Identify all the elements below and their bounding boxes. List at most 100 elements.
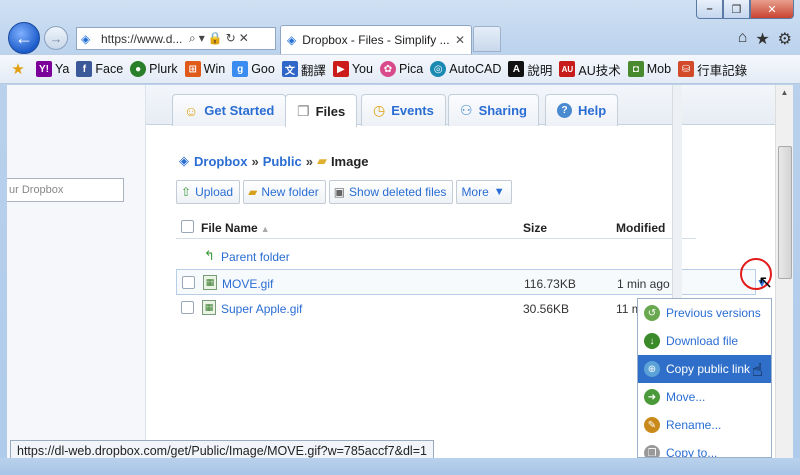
tab-label: Files (315, 103, 346, 119)
favorite-link[interactable]: ◎ AutoCAD (430, 61, 501, 77)
favorite-label: 行車記錄 (697, 63, 748, 78)
column-file-name[interactable]: File Name ▲ (201, 221, 270, 235)
close-tab-icon[interactable]: ✕ (455, 33, 465, 47)
people-icon: ⚇ (460, 102, 473, 118)
favorite-link[interactable]: ◘ Mob (627, 61, 672, 77)
file-size: 116.73KB (524, 277, 576, 291)
file-toolbar: ⇧ Upload ▰ New folder ▣ Show deleted files … (176, 180, 515, 204)
trash-icon: ▣ (333, 185, 346, 199)
back-arrow-icon: ← (15, 27, 33, 48)
upload-button[interactable]: ⇧ Upload (176, 180, 241, 204)
breadcrumb-separator: » (305, 153, 313, 169)
file-modified: 1 min ago (617, 277, 670, 291)
address-bar[interactable]: ◈ https://www.d... ⌕▾🔒↻✕ (76, 27, 276, 50)
menu-label: Previous versions (666, 306, 761, 320)
favorite-link[interactable]: ● Plurk (130, 61, 178, 77)
column-modified[interactable]: Modified (616, 221, 665, 235)
favorite-link[interactable]: Y! Ya (36, 61, 69, 77)
fav-icon-12: ⛁ (678, 61, 695, 77)
favorite-label: Goo (251, 62, 275, 76)
tab-files[interactable]: ❐ Files (285, 94, 358, 127)
favorite-link[interactable]: ⛁ 行車記錄 (678, 60, 747, 79)
tab-label: Help (578, 103, 607, 118)
sidebar: ur Dropbox (7, 85, 146, 458)
breadcrumb-public[interactable]: Public (263, 154, 302, 169)
file-checkbox[interactable] (181, 301, 194, 314)
maximize-button[interactable]: ❐ (723, 0, 750, 19)
breadcrumb-current: Image (330, 153, 369, 169)
more-button[interactable]: More ▼ (456, 180, 512, 204)
new-folder-button[interactable]: ▰ New folder (243, 180, 326, 204)
menu-item-download-file[interactable]: ↓ Download file (638, 327, 771, 355)
home-icon[interactable]: ⌂ (738, 29, 748, 49)
dropbox-favicon-icon: ◈ (81, 31, 91, 46)
sort-ascending-icon: ▲ (260, 224, 270, 234)
new-folder-label: New folder (261, 185, 319, 199)
favorite-link[interactable]: AU AU技术 (559, 60, 621, 79)
file-size: 30.56KB (523, 302, 570, 316)
scroll-up-arrow-icon[interactable]: ▲ (776, 85, 793, 101)
gif-file-icon: ▦ (202, 300, 216, 315)
tab-get-started[interactable]: ☺ Get Started (172, 94, 287, 126)
favorite-label: AutoCAD (449, 62, 502, 76)
arrow-cursor-icon: ↖ (758, 272, 774, 292)
favorite-label: Win (203, 62, 226, 76)
show-deleted-button[interactable]: ▣ Show deleted files (328, 180, 454, 204)
parent-folder-link[interactable]: Parent folder (221, 250, 290, 264)
public-link-icon: ⊕ (644, 361, 660, 377)
help-icon: ? (557, 103, 572, 118)
favorite-link[interactable]: ✿ Pica (379, 61, 423, 77)
gear-icon[interactable]: ⚙ (778, 29, 792, 49)
favorite-link[interactable]: ⊞ Win (184, 61, 226, 77)
forward-arrow-icon: → (49, 30, 63, 46)
favorites-star-add[interactable]: ★ (10, 61, 29, 78)
file-name-link[interactable]: MOVE.gif (222, 277, 273, 291)
tab-events[interactable]: ◷ Events (361, 94, 446, 126)
column-label: File Name (201, 221, 258, 235)
parent-folder-row[interactable]: ↰ Parent folder (176, 243, 756, 269)
scroll-thumb[interactable] (778, 146, 792, 279)
file-checkbox[interactable] (182, 276, 195, 289)
back-button[interactable]: ← (8, 22, 40, 54)
column-size[interactable]: Size (523, 221, 547, 235)
fav-icon-4: g (232, 61, 249, 77)
tab-sharing[interactable]: ⚇ Sharing (448, 94, 539, 126)
sidebar-search-input[interactable]: ur Dropbox (7, 178, 124, 202)
favorites-star-icon[interactable]: ★ (755, 29, 769, 49)
favorite-link[interactable]: ▶ You (332, 61, 373, 77)
menu-item-rename[interactable]: ✎ Rename... (638, 411, 771, 439)
file-row-move-gif[interactable]: ▦ MOVE.gif 116.73KB 1 min ago ▼ (176, 269, 768, 295)
gif-file-icon: ▦ (203, 275, 217, 290)
forward-button[interactable]: → (44, 26, 68, 50)
fav-icon-2: ● (130, 61, 147, 77)
browser-tab-dropbox[interactable]: ◈ Dropbox - Files - Simplify ... ✕ (280, 25, 472, 54)
menu-item-copy-to[interactable]: ❐ Copy to... (638, 439, 771, 457)
parent-folder-arrow-icon: ↰ (204, 248, 215, 263)
favorite-link[interactable]: f Face (76, 61, 123, 77)
address-tools-icons[interactable]: ⌕▾🔒↻✕ (189, 31, 252, 46)
tab-label: Get Started (204, 103, 275, 118)
favorite-link[interactable]: g Goo (232, 61, 275, 77)
breadcrumb-separator: » (251, 153, 259, 169)
close-window-button[interactable]: ✕ (750, 0, 794, 19)
new-tab-button[interactable] (473, 26, 501, 52)
breadcrumb-root[interactable]: Dropbox (194, 154, 247, 169)
fav-icon-6: ▶ (332, 61, 349, 77)
favorite-label: You (351, 62, 373, 76)
menu-label: Download file (666, 334, 739, 348)
menu-item-move[interactable]: ➜ Move... (638, 383, 771, 411)
favorite-link[interactable]: A 說明 (508, 60, 552, 79)
chevron-down-icon: ▼ (493, 186, 505, 198)
favorite-link[interactable]: 文翻譯 (281, 60, 326, 79)
rename-icon: ✎ (644, 417, 660, 433)
minimize-button[interactable]: – (696, 0, 723, 19)
favorite-label: Ya (55, 62, 70, 76)
select-all-checkbox[interactable] (181, 220, 194, 233)
tab-help[interactable]: ? Help (545, 94, 619, 126)
file-name-link[interactable]: Super Apple.gif (221, 302, 302, 316)
page-vertical-scrollbar[interactable]: ▲ (775, 85, 793, 458)
hand-cursor-icon: ☝ (752, 360, 763, 380)
menu-item-previous-versions[interactable]: ↺ Previous versions (638, 299, 771, 327)
favorite-label: Mob (646, 62, 672, 76)
address-url[interactable]: https://www.d... (101, 32, 189, 46)
